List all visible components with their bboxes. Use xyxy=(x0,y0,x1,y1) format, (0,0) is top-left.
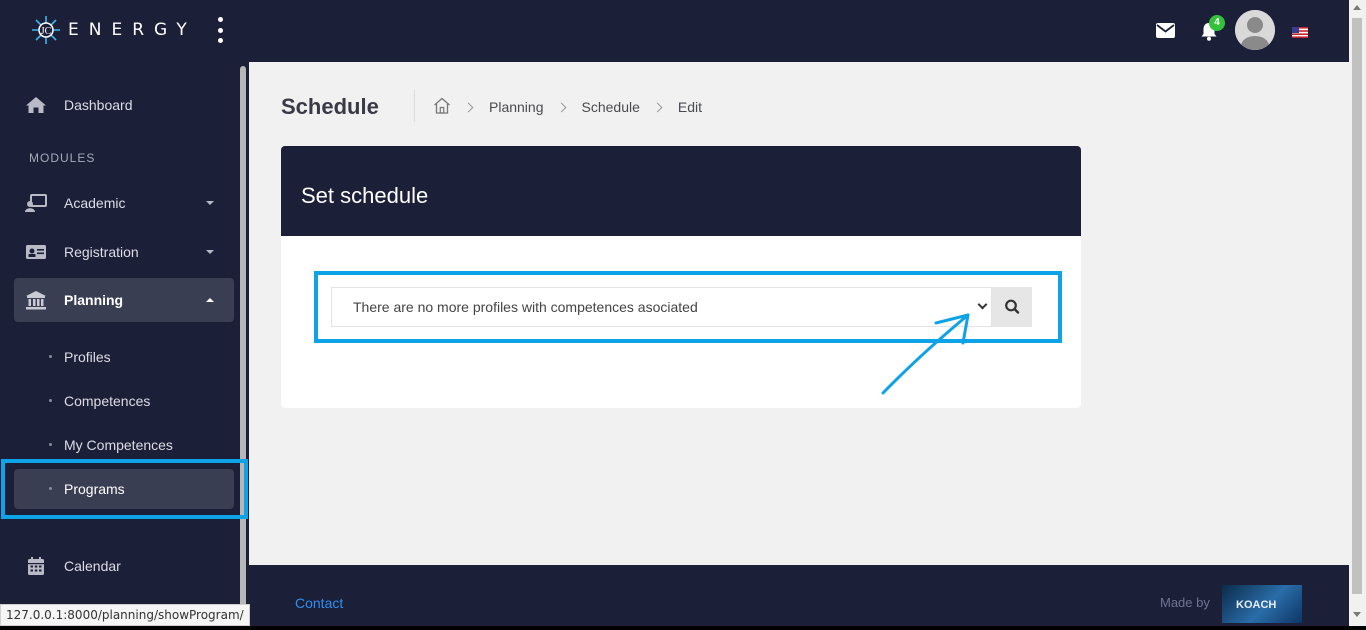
bullet-dot xyxy=(49,443,52,446)
chevron-right-icon xyxy=(652,102,663,112)
sidebar-subitem-competences[interactable]: Competences xyxy=(14,381,234,421)
sidebar-item-label: Calendar xyxy=(64,558,121,574)
id-card-icon xyxy=(25,242,47,262)
bottom-edge xyxy=(0,626,1366,630)
energy-logo-icon: JC xyxy=(30,14,62,46)
sidebar-item-label: Registration xyxy=(64,244,139,260)
chevron-up-icon xyxy=(206,298,214,302)
scroll-down-icon[interactable] xyxy=(1353,612,1361,617)
koach-logo-text: KOACH xyxy=(1236,599,1277,611)
home-icon xyxy=(25,95,47,115)
sidebar-item-calendar[interactable]: Calendar xyxy=(14,544,234,588)
sidebar-subitem-label: Competences xyxy=(64,393,151,409)
footer-made-by: Made by xyxy=(1160,595,1210,610)
footer: Contact Made by KOACH xyxy=(249,565,1349,630)
envelope-icon[interactable] xyxy=(1156,23,1175,43)
sidebar-item-label: Dashboard xyxy=(64,97,133,113)
search-button[interactable] xyxy=(992,287,1032,327)
annotation-arrow-icon xyxy=(881,313,970,395)
svg-text:JC: JC xyxy=(41,26,52,37)
profile-select-value: There are no more profiles with competen… xyxy=(353,299,698,315)
scrollbar-thumb[interactable] xyxy=(1352,18,1362,594)
sidebar-item-label: Academic xyxy=(64,195,126,211)
sidebar-subitem-profiles[interactable]: Profiles xyxy=(14,337,234,377)
chalkboard-teacher-icon xyxy=(25,193,47,213)
search-icon xyxy=(1005,299,1020,314)
sidebar-item-planning[interactable]: Planning xyxy=(14,278,234,322)
breadcrumb-edit: Edit xyxy=(677,99,703,115)
more-menu-icon[interactable] xyxy=(216,17,224,43)
top-navbar: JC ENERGY 4 xyxy=(0,0,1349,62)
sidebar-subitem-label: Profiles xyxy=(64,349,111,365)
sidebar-item-dashboard[interactable]: Dashboard xyxy=(14,83,234,127)
notification-badge: 4 xyxy=(1209,15,1225,31)
footer-contact-link[interactable]: Contact xyxy=(295,595,343,611)
university-icon xyxy=(25,290,47,310)
chevron-down-icon xyxy=(206,250,214,254)
bullet-dot xyxy=(49,355,52,358)
sidebar-item-label: Planning xyxy=(64,292,124,308)
chevron-down-icon xyxy=(206,201,214,205)
scroll-up-icon[interactable] xyxy=(1353,5,1361,10)
sidebar-item-academic[interactable]: Academic xyxy=(14,181,234,225)
sidebar-subitem-my-competences[interactable]: My Competences xyxy=(14,425,234,465)
chevron-right-icon xyxy=(463,102,474,112)
sidebar-item-registration[interactable]: Registration xyxy=(14,230,234,274)
sidebar-subitem-label: My Competences xyxy=(64,437,173,453)
user-avatar[interactable] xyxy=(1235,10,1275,50)
bullet-dot xyxy=(49,399,52,402)
sidebar-scrollbar[interactable] xyxy=(240,66,246,626)
status-bar-url: 127.0.0.1:8000/planning/showProgram/ xyxy=(0,604,250,626)
sidebar: Dashboard MODULES Academic Registration … xyxy=(0,62,249,630)
title-divider xyxy=(414,90,415,122)
breadcrumb-planning[interactable]: Planning xyxy=(489,99,544,115)
brand-name: ENERGY xyxy=(68,20,197,40)
chevron-right-icon xyxy=(556,102,566,112)
koach-logo[interactable]: KOACH xyxy=(1222,585,1302,623)
bullet-dot xyxy=(49,487,52,490)
modules-section-label: MODULES xyxy=(29,151,96,165)
sidebar-subitem-programs[interactable]: Programs xyxy=(14,469,234,509)
sidebar-subitem-label: Programs xyxy=(64,481,125,497)
breadcrumb: Planning Schedule Edit xyxy=(433,97,702,117)
brand-logo[interactable]: JC ENERGY xyxy=(30,14,197,46)
calendar-icon xyxy=(25,556,47,576)
page-scrollbar[interactable] xyxy=(1349,0,1366,630)
us-flag-icon[interactable] xyxy=(1292,25,1308,38)
card-title: Set schedule xyxy=(281,146,1081,236)
breadcrumb-schedule[interactable]: Schedule xyxy=(582,99,640,115)
home-icon[interactable] xyxy=(433,97,451,117)
page-title: Schedule xyxy=(281,94,379,119)
